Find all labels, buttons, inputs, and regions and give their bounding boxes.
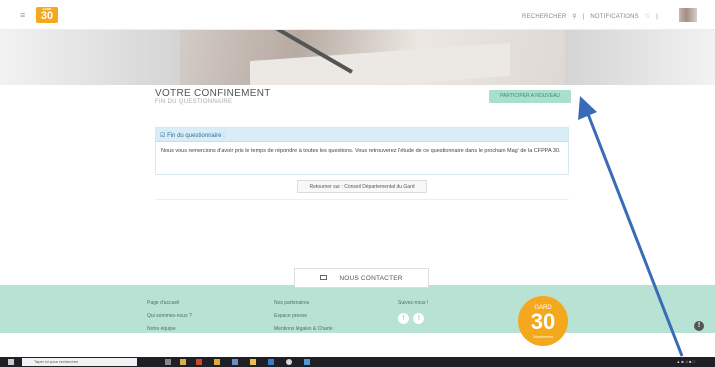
arrow-shaft: [586, 113, 684, 357]
annotation-arrow: [578, 96, 684, 357]
